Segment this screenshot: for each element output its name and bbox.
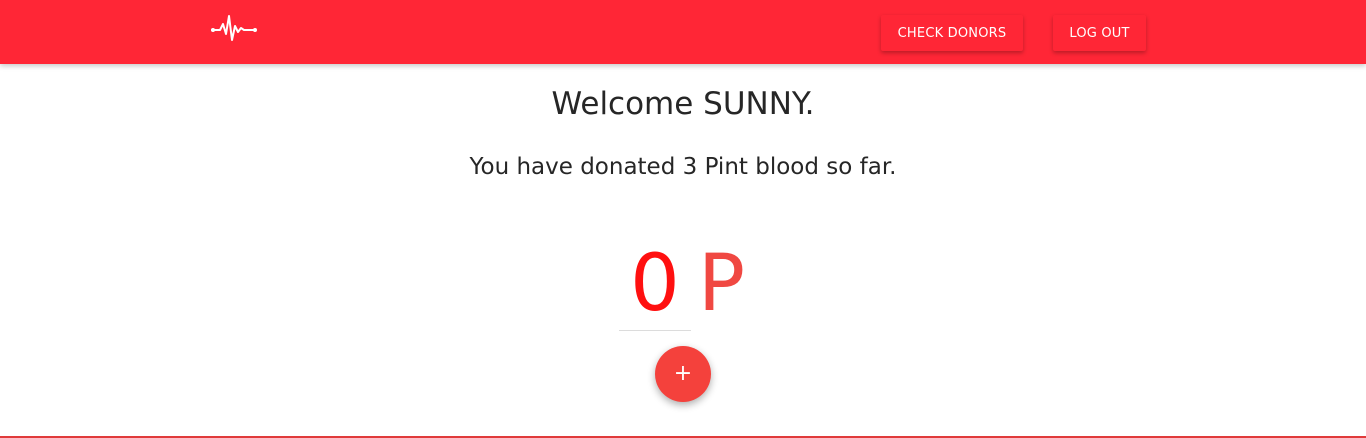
navbar: CHECK DONORS LOG OUT <box>0 0 1366 64</box>
heartbeat-icon[interactable] <box>210 14 258 42</box>
donated-summary: You have donated 3 Pint blood so far. <box>469 154 897 180</box>
pint-unit-label: P <box>698 239 746 329</box>
add-donation-button[interactable]: + <box>655 346 711 402</box>
check-donors-button[interactable]: CHECK DONORS <box>881 15 1023 51</box>
log-out-button[interactable]: LOG OUT <box>1053 15 1146 51</box>
pint-count-input[interactable] <box>619 238 691 331</box>
plus-icon: + <box>673 361 693 386</box>
welcome-heading: Welcome SUNNY. <box>551 86 815 122</box>
